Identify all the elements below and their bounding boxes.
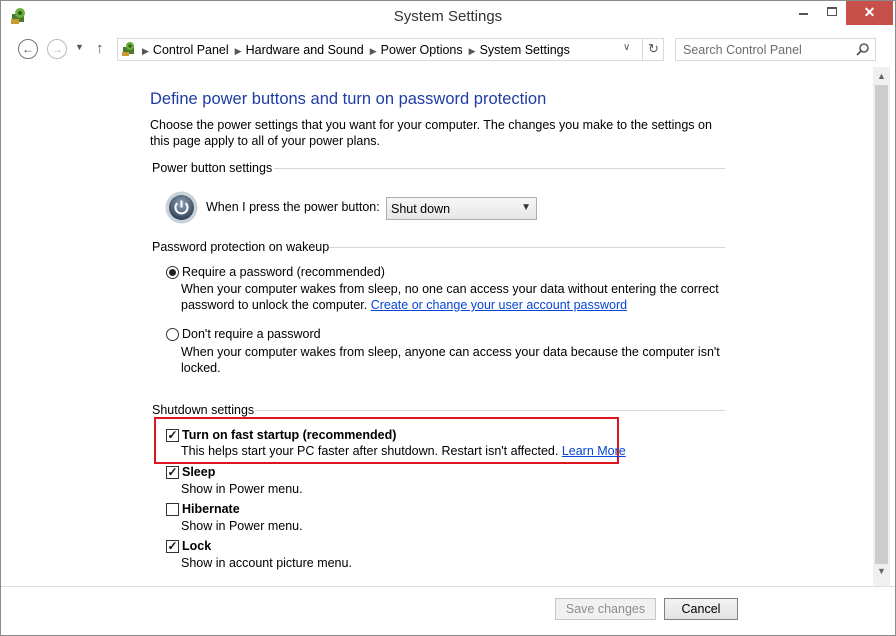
breadcrumb-control-panel[interactable]: Control Panel <box>153 43 229 57</box>
save-changes-button[interactable]: Save changes <box>555 598 656 620</box>
divider <box>274 168 725 169</box>
cancel-button[interactable]: Cancel <box>664 598 738 620</box>
system-settings-window: System Settings ✕ ← → ▼ ↑ ▶ Control Panel… <box>0 0 896 636</box>
content-pane: Define power buttons and turn on passwor… <box>1 67 873 586</box>
chevron-right-icon: ▶ <box>142 46 149 56</box>
fast-startup-description: This helps start your PC faster after sh… <box>181 444 626 458</box>
no-password-radio[interactable] <box>166 328 179 341</box>
divider <box>255 410 725 411</box>
lock-label[interactable]: Lock <box>182 539 211 553</box>
window-title: System Settings <box>393 8 503 25</box>
refresh-button[interactable]: ↻ <box>642 39 664 60</box>
group-label-password: Password protection on wakeup <box>152 240 330 254</box>
sleep-description: Show in Power menu. <box>181 482 303 496</box>
divider <box>329 247 725 248</box>
power-button-action-select[interactable]: Shut down ▼ <box>386 197 537 220</box>
refresh-icon: ↻ <box>648 41 659 56</box>
hibernate-description: Show in Power menu. <box>181 519 303 533</box>
minimize-icon <box>799 13 808 15</box>
require-password-label[interactable]: Require a password (recommended) <box>182 265 385 279</box>
group-label-shutdown: Shutdown settings <box>152 403 255 417</box>
vertical-scrollbar[interactable]: ▲ ▼ <box>873 67 890 586</box>
footer: Save changes Cancel <box>1 586 895 635</box>
title-bar: System Settings ✕ <box>1 1 895 32</box>
lock-description: Show in account picture menu. <box>181 556 352 570</box>
close-button[interactable]: ✕ <box>846 1 893 25</box>
require-password-radio[interactable] <box>166 266 179 279</box>
fast-startup-checkbox[interactable]: ✓ <box>166 429 179 442</box>
lock-checkbox[interactable]: ✓ <box>166 540 179 553</box>
learn-more-link[interactable]: Learn More <box>562 444 626 458</box>
power-button-label: When I press the power button: <box>206 200 380 214</box>
address-bar[interactable]: ▶ Control Panel ▶ Hardware and Sound ▶ Power … <box>117 38 664 61</box>
chevron-down-icon: ▼ <box>521 202 531 213</box>
search-icon[interactable] <box>856 42 870 56</box>
breadcrumb-power-options[interactable]: Power Options <box>381 43 463 57</box>
no-password-label[interactable]: Don't require a password <box>182 327 321 341</box>
scroll-up-icon[interactable]: ▲ <box>877 71 886 81</box>
page-intro: Choose the power settings that you want … <box>150 118 712 148</box>
hibernate-checkbox[interactable] <box>166 503 179 516</box>
no-password-description: When your computer wakes from sleep, any… <box>181 345 720 375</box>
require-password-description: When your computer wakes from sleep, no … <box>181 281 721 313</box>
maximize-button[interactable] <box>818 1 846 25</box>
forward-arrow-icon: → <box>51 42 63 56</box>
sleep-label[interactable]: Sleep <box>182 465 215 479</box>
breadcrumb-system-settings[interactable]: System Settings <box>480 43 570 57</box>
chevron-right-icon[interactable]: ▶ <box>370 46 377 56</box>
chevron-right-icon[interactable]: ▶ <box>469 46 476 56</box>
breadcrumb: ▶ Control Panel ▶ Hardware and Sound ▶ Power … <box>140 43 574 57</box>
back-arrow-icon: ← <box>22 42 34 56</box>
user-account-password-link[interactable]: Create or change your user account passw… <box>371 298 627 312</box>
fast-startup-label[interactable]: Turn on fast startup (recommended) <box>182 428 396 442</box>
breadcrumb-hardware-and-sound[interactable]: Hardware and Sound <box>246 43 364 57</box>
hibernate-label[interactable]: Hibernate <box>182 502 240 516</box>
scroll-thumb[interactable] <box>875 85 888 564</box>
sleep-checkbox[interactable]: ✓ <box>166 466 179 479</box>
power-button-icon <box>165 191 198 224</box>
fast-startup-desc-text: This helps start your PC faster after sh… <box>181 444 559 458</box>
up-button[interactable]: ↑ <box>96 40 104 57</box>
recent-locations-icon[interactable]: ▼ <box>75 42 84 52</box>
minimize-button[interactable] <box>790 1 818 25</box>
chevron-right-icon[interactable]: ▶ <box>235 46 242 56</box>
navigation-bar: ← → ▼ ↑ ▶ Control Panel ▶ Hardware and Soun… <box>1 33 895 67</box>
maximize-icon <box>827 7 837 16</box>
search-box[interactable]: Search Control Panel <box>675 38 876 61</box>
forward-button[interactable]: → <box>47 39 67 59</box>
select-value: Shut down <box>391 202 451 216</box>
close-icon: ✕ <box>863 4 876 20</box>
scroll-down-icon[interactable]: ▼ <box>877 566 886 576</box>
group-label-power-button: Power button settings <box>152 161 273 175</box>
page-title: Define power buttons and turn on passwor… <box>150 90 547 108</box>
chevron-down-icon[interactable]: ∨ <box>623 42 630 53</box>
search-input[interactable]: Search Control Panel <box>683 43 802 57</box>
control-panel-icon <box>122 42 134 56</box>
back-button[interactable]: ← <box>18 39 38 59</box>
